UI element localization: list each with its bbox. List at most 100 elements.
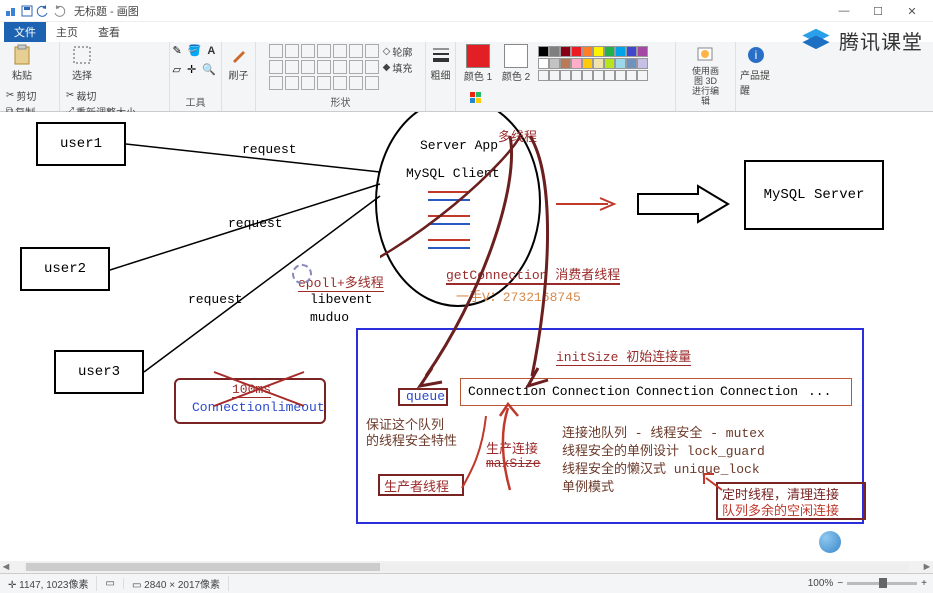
window-title: 无标题 - 画图 — [74, 3, 139, 19]
group-image: 选择 ✂裁切 ⤢重新调整大小 ⟳旋转 图像 — [60, 42, 170, 111]
group-alerts: i 产品提醒 — [736, 42, 776, 111]
fill-shape-button[interactable]: ◆填充 — [383, 60, 413, 75]
producer-thread-label: 生产者线程 — [384, 476, 449, 495]
status-size: ▭ 2840 × 2017像素 — [124, 576, 229, 591]
shapes-row-3[interactable] — [269, 76, 379, 90]
conn-ell: ... — [808, 384, 831, 399]
shapes-row-2[interactable] — [269, 60, 379, 74]
zoom-out-button[interactable]: − — [837, 578, 843, 589]
magnifier-icon[interactable]: 🔍 — [202, 63, 216, 76]
fill-icon[interactable]: 🪣 — [188, 44, 202, 57]
ribbon: 粘贴 ✂剪切 ⧉复制 剪贴板 选择 ✂裁切 ⤢重新调整大小 ⟳旋转 图像 ✎ — [0, 42, 933, 112]
scissors-icon: ✂ — [6, 90, 14, 101]
pencil-icon[interactable]: ✎ — [173, 44, 182, 57]
ribbon-tabs: 文件 主页 查看 — [0, 22, 933, 42]
color-palette[interactable] — [538, 46, 648, 81]
alerts-button[interactable]: i 产品提醒 — [740, 44, 772, 97]
group-shapes-label: 形状 — [331, 93, 351, 109]
quick-access-toolbar — [4, 4, 66, 18]
select-icon — [71, 44, 93, 66]
shapes-row-1[interactable] — [269, 44, 379, 58]
group-colors: 颜色 1 颜色 2 编辑颜色 颜色 — [456, 42, 676, 111]
color1-label: 颜色 1 — [464, 68, 492, 83]
scrollbar-thumb[interactable] — [26, 563, 380, 571]
titlebar: 无标题 - 画图 — ☐ ✕ — [0, 0, 933, 22]
crosshair-icon: ✛ — [8, 580, 19, 591]
maximize-button[interactable]: ☐ — [861, 0, 895, 22]
paint3d-label: 使用画图 3D 进行编辑 — [690, 67, 722, 107]
undo-icon[interactable] — [36, 4, 50, 18]
outline-button[interactable]: ◇轮廓 — [383, 44, 413, 59]
zoom-controls: 100% − + — [808, 578, 927, 589]
minimize-button[interactable]: — — [827, 0, 861, 22]
redo-icon[interactable] — [52, 4, 66, 18]
group-clipboard: 粘贴 ✂剪切 ⧉复制 剪贴板 — [0, 42, 60, 111]
cut-button[interactable]: ✂剪切 — [6, 88, 36, 103]
bucket-icon: ◆ — [383, 62, 391, 73]
logo-text: 腾讯课堂 — [839, 26, 923, 55]
group-shapes: ◇轮廓 ◆填充 形状 — [256, 42, 426, 111]
paint3d-button[interactable]: 使用画图 3D 进行编辑 — [690, 44, 722, 107]
slide-indicator-icon — [819, 531, 841, 553]
eraser-icon[interactable]: ▱ — [173, 63, 181, 76]
color1-swatch — [466, 44, 490, 68]
clipboard-icon — [11, 44, 33, 66]
timeout-cross — [184, 364, 334, 424]
select-label: 选择 — [72, 67, 92, 82]
save-icon[interactable] — [20, 4, 34, 18]
brush-icon — [228, 44, 250, 66]
tab-file[interactable]: 文件 — [4, 22, 46, 42]
tab-home[interactable]: 主页 — [46, 22, 88, 42]
scrollbar-track[interactable] — [24, 563, 909, 571]
text-icon[interactable]: A — [207, 45, 215, 57]
color1-button[interactable]: 颜色 1 — [462, 44, 494, 83]
tab-view[interactable]: 查看 — [88, 22, 130, 42]
tencent-classroom-logo: 腾讯课堂 — [799, 26, 923, 55]
curved-arrows — [380, 128, 700, 408]
group-tools-label: 工具 — [186, 93, 206, 109]
color2-label: 颜色 2 — [502, 68, 530, 83]
queue-note2: 的线程安全特性 — [366, 430, 457, 449]
info-icon: i — [745, 44, 767, 66]
alerts-label: 产品提醒 — [740, 67, 772, 97]
zoom-in-button[interactable]: + — [921, 578, 927, 589]
epoll-circle — [292, 264, 312, 284]
scroll-right-icon[interactable]: ► — [921, 561, 933, 573]
pool-line2: 线程安全的单例设计 lock_guard — [562, 440, 765, 459]
paste-button[interactable]: 粘贴 — [6, 44, 38, 82]
group-tools: ✎ 🪣 A ▱ ✛ 🔍 工具 — [170, 42, 222, 111]
horizontal-scrollbar[interactable]: ◄ ► — [0, 561, 933, 573]
palette-icon — [467, 89, 489, 111]
producer-arrow — [452, 402, 562, 502]
timer-line2: 队列多余的空闲连接 — [722, 500, 839, 519]
dimensions-icon: ▭ — [132, 580, 144, 591]
cube-icon — [799, 27, 833, 55]
brush-button[interactable]: 刷子 — [223, 44, 255, 82]
crop-icon: ✂ — [66, 90, 74, 101]
scroll-left-icon[interactable]: ◄ — [0, 561, 12, 573]
pool-line4: 单例模式 — [562, 476, 614, 495]
svg-text:i: i — [755, 48, 758, 62]
outline-icon: ◇ — [383, 46, 391, 57]
color2-swatch — [504, 44, 528, 68]
pool-line1: 连接池队列 - 线程安全 - mutex — [562, 422, 765, 441]
zoom-slider[interactable] — [847, 582, 917, 585]
picker-icon[interactable]: ✛ — [187, 63, 196, 76]
group-brush: 刷子 — [222, 42, 256, 111]
zoom-level: 100% — [808, 578, 834, 589]
stroke-label: 粗细 — [431, 67, 451, 82]
window-controls: — ☐ ✕ — [827, 0, 929, 22]
muduo-label: muduo — [310, 310, 349, 325]
paint3d-icon — [695, 44, 717, 66]
drawing-canvas[interactable]: 一手V: 13938843 user1 user2 user3 request … — [0, 112, 933, 573]
status-selection: ▭ — [97, 578, 123, 589]
mysql-server-box: MySQL Server — [744, 160, 884, 230]
stroke-button[interactable]: 粗细 — [425, 44, 457, 82]
select-button[interactable]: 选择 — [66, 44, 98, 82]
crop-button[interactable]: ✂裁切 — [66, 88, 136, 103]
zoom-thumb[interactable] — [879, 578, 887, 588]
app-icon — [4, 4, 18, 18]
color2-button[interactable]: 颜色 2 — [500, 44, 532, 83]
brush-label: 刷子 — [229, 67, 249, 82]
close-button[interactable]: ✕ — [895, 0, 929, 22]
